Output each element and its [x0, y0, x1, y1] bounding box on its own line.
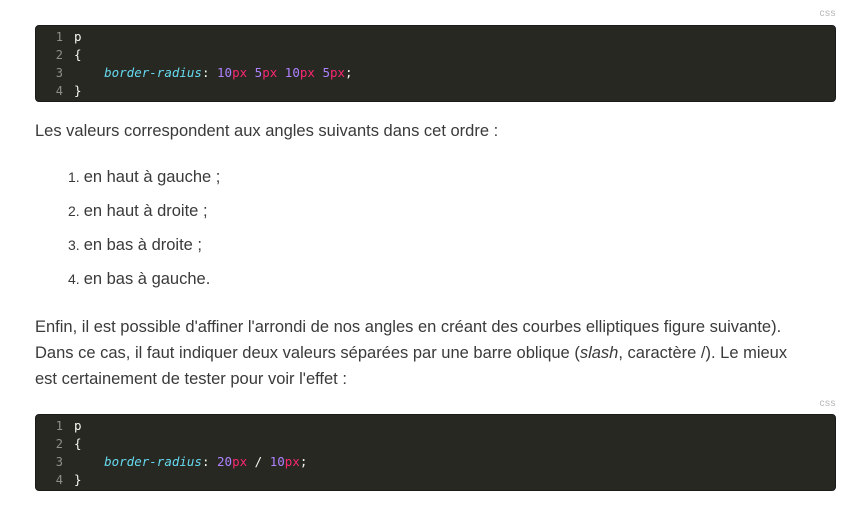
- code-line: 4}: [36, 82, 835, 100]
- code-source: }: [74, 82, 82, 100]
- code-token: ;: [345, 65, 353, 80]
- list-item: 2. en haut à droite ;: [68, 201, 220, 235]
- code-source: {: [74, 46, 82, 64]
- code-block[interactable]: 1 p 2{3 border-radius: 10px 5px 10px 5px; 4…: [35, 25, 836, 102]
- cut-off-text-line: [35, 0, 835, 3]
- outro-text: , caractère /). Le mieux: [618, 344, 788, 362]
- line-number: 1: [55, 419, 63, 433]
- code-token: px: [262, 65, 278, 80]
- outro-text: Dans ce cas, il faut indiquer deux valeu…: [35, 344, 580, 362]
- code-source: {: [74, 435, 82, 453]
- code-line: 2{: [36, 46, 835, 64]
- code-token: px: [284, 454, 300, 469]
- code-token: /: [247, 454, 270, 469]
- code-source: border-radius: 20px / 10px;: [74, 453, 307, 471]
- code-token: px: [329, 65, 346, 80]
- line-number: 4: [55, 473, 63, 487]
- code-token: p: [74, 29, 82, 44]
- outro-line: Enfin, il est possible d'affiner l'arron…: [35, 318, 782, 336]
- article-page: css 1 p 2{3 border-radius: 10px 5px 10px 5…: [0, 0, 854, 507]
- code-token: }: [74, 472, 82, 487]
- code-language-tag: css: [819, 398, 836, 409]
- outro-line: est certainement de tester pour voir l'e…: [35, 370, 347, 388]
- list-item-number: 2.: [68, 203, 80, 219]
- code-token: :: [201, 454, 218, 469]
- list-item: 3. en bas à droite ;: [68, 235, 220, 269]
- code-token: {: [74, 436, 82, 451]
- list-item-number: 1.: [68, 169, 80, 185]
- code-token: 10: [284, 65, 300, 80]
- code-line: 3 border-radius: 10px 5px 10px 5px;: [36, 64, 835, 82]
- list-item-text: en haut à gauche ;: [83, 168, 221, 186]
- code-source: p: [74, 417, 82, 435]
- line-number: 4: [55, 84, 63, 98]
- list-item: 1. en haut à gauche ;: [68, 167, 220, 201]
- slash-term: slash: [579, 344, 619, 362]
- list-item-text: en bas à droite ;: [83, 236, 203, 254]
- code-line: 4}: [36, 471, 835, 489]
- corner-order-list: 1. en haut à gauche ; 2. en haut à droite …: [68, 167, 220, 303]
- code-line: 2{: [36, 435, 835, 453]
- line-number: 2: [55, 437, 63, 451]
- code-token: :: [201, 65, 218, 80]
- code-token: 5: [322, 65, 330, 80]
- list-item-number: 4.: [68, 271, 80, 287]
- code-language-tag: css: [819, 8, 836, 19]
- outro-line: Dans ce cas, il faut indiquer deux valeu…: [35, 340, 835, 366]
- code-token: ;: [299, 454, 308, 469]
- code-token: p: [74, 418, 82, 433]
- line-number: 3: [55, 455, 63, 469]
- code-token: {: [74, 47, 82, 62]
- code-token: 10: [269, 454, 285, 469]
- code-token: px: [232, 65, 248, 80]
- code-block[interactable]: 1 p 2{3 border-radius: 20px / 10px; 4}: [35, 414, 836, 491]
- code-token: }: [74, 83, 82, 98]
- code-token: 20: [217, 454, 233, 469]
- code-line: 1p: [36, 28, 835, 46]
- code-token: border-radius: [104, 65, 202, 80]
- list-item-number: 3.: [68, 237, 80, 253]
- line-number: 1: [55, 30, 63, 44]
- code-line: 1p: [36, 417, 835, 435]
- line-number: 2: [55, 48, 63, 62]
- code-source: }: [74, 471, 82, 489]
- code-token: border-radius: [104, 454, 202, 469]
- outro-paragraph: Enfin, il est possible d'affiner l'arron…: [35, 314, 835, 392]
- list-item-text: en bas à gauche.: [83, 270, 211, 288]
- code-token: px: [232, 454, 248, 469]
- list-item-text: en haut à droite ;: [83, 202, 208, 220]
- code-source: border-radius: 10px 5px 10px 5px;: [74, 64, 353, 82]
- code-token: 10: [217, 65, 233, 80]
- line-number: 3: [55, 66, 63, 80]
- intro-paragraph: Les valeurs correspondent aux angles sui…: [35, 122, 499, 140]
- code-source: p: [74, 28, 82, 46]
- code-token: px: [299, 65, 315, 80]
- code-line: 3 border-radius: 20px / 10px;: [36, 453, 835, 471]
- list-item: 4. en bas à gauche.: [68, 269, 220, 303]
